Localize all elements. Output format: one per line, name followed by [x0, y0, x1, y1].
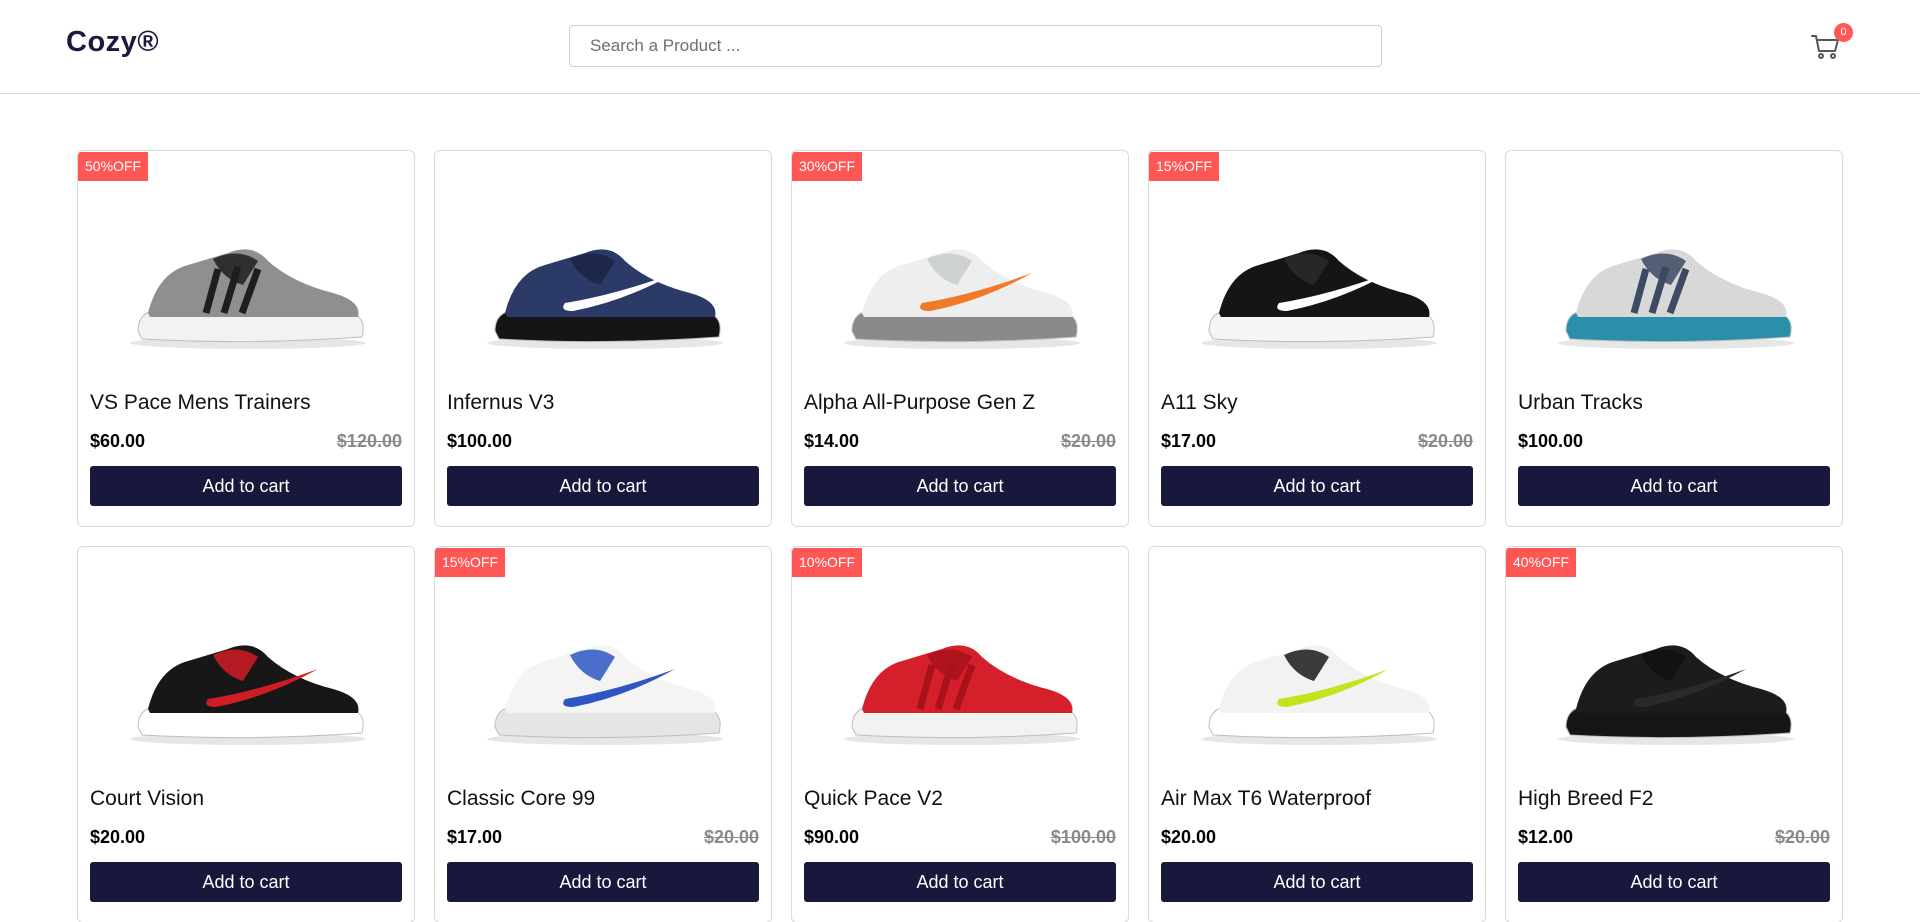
add-to-cart-button[interactable]: Add to cart	[1161, 466, 1473, 506]
discount-badge: 50%OFF	[78, 152, 149, 181]
discount-badge: 10%OFF	[792, 548, 863, 577]
add-to-cart-button[interactable]: Add to cart	[1518, 862, 1830, 902]
product-card[interactable]: Court Vision $20.00 Add to cart	[77, 546, 415, 922]
product-name[interactable]: Alpha All-Purpose Gen Z	[804, 391, 1035, 415]
product-price: $17.00	[1161, 431, 1217, 451]
product-name[interactable]: Quick Pace V2	[804, 787, 943, 811]
product-original-price: $100.00	[1050, 827, 1116, 847]
product-price: $20.00	[1161, 827, 1217, 847]
product-original-price: $20.00	[1417, 431, 1473, 451]
product-card[interactable]: 50%OFF VS Pace Mens Trainers $60.00 $120.00…	[77, 150, 415, 527]
product-price: $20.00	[90, 827, 146, 847]
product-image[interactable]	[118, 203, 376, 363]
discount-badge: 40%OFF	[1506, 548, 1577, 577]
product-name[interactable]: Urban Tracks	[1518, 391, 1643, 415]
add-to-cart-button[interactable]: Add to cart	[804, 862, 1116, 902]
product-original-price: $20.00	[1774, 827, 1830, 847]
discount-badge: 15%OFF	[1149, 152, 1220, 181]
add-to-cart-button[interactable]: Add to cart	[1518, 466, 1830, 506]
top-header: Cozy® 0	[0, 0, 1920, 94]
product-image[interactable]	[1546, 203, 1804, 363]
discount-badge: 30%OFF	[792, 152, 863, 181]
product-price: $100.00	[447, 431, 513, 451]
product-image[interactable]	[475, 203, 733, 363]
add-to-cart-button[interactable]: Add to cart	[90, 862, 402, 902]
product-price: $60.00	[90, 431, 146, 451]
product-card[interactable]: 40%OFF High Breed F2 $12.00 $20.00 Add to ca…	[1505, 546, 1843, 922]
product-name[interactable]: High Breed F2	[1518, 787, 1653, 811]
product-price: $90.00	[804, 827, 860, 847]
product-card[interactable]: Infernus V3 $100.00 Add to cart	[434, 150, 772, 527]
add-to-cart-button[interactable]: Add to cart	[447, 466, 759, 506]
product-name[interactable]: VS Pace Mens Trainers	[90, 391, 311, 415]
discount-badge: 15%OFF	[435, 548, 506, 577]
product-image[interactable]	[832, 599, 1090, 759]
product-name[interactable]: Infernus V3	[447, 391, 554, 415]
product-card[interactable]: Urban Tracks $100.00 Add to cart	[1505, 150, 1843, 527]
product-price: $17.00	[447, 827, 503, 847]
add-to-cart-button[interactable]: Add to cart	[804, 466, 1116, 506]
product-card[interactable]: 15%OFF A11 Sky $17.00 $20.00 Add to cart	[1148, 150, 1486, 527]
product-image[interactable]	[1189, 203, 1447, 363]
product-original-price: $120.00	[336, 431, 402, 451]
product-image[interactable]	[1546, 599, 1804, 759]
product-original-price: $20.00	[703, 827, 759, 847]
product-name[interactable]: A11 Sky	[1161, 391, 1238, 415]
search-input[interactable]	[569, 25, 1382, 67]
product-image[interactable]	[475, 599, 733, 759]
product-price: $12.00	[1518, 827, 1574, 847]
add-to-cart-button[interactable]: Add to cart	[1161, 862, 1473, 902]
product-card[interactable]: 30%OFF Alpha All-Purpose Gen Z $14.00 $20.0…	[791, 150, 1129, 527]
product-card[interactable]: 15%OFF Classic Core 99 $17.00 $20.00 Add to …	[434, 546, 772, 922]
add-to-cart-button[interactable]: Add to cart	[447, 862, 759, 902]
product-card[interactable]: Air Max T6 Waterproof $20.00 Add to cart	[1148, 546, 1486, 922]
product-name[interactable]: Court Vision	[90, 787, 204, 811]
product-image[interactable]	[832, 203, 1090, 363]
product-name[interactable]: Air Max T6 Waterproof	[1161, 787, 1371, 811]
cart-count-badge: 0	[1834, 23, 1853, 42]
product-card[interactable]: 10%OFF Quick Pace V2 $90.00 $100.00 Add to c…	[791, 546, 1129, 922]
product-price: $100.00	[1518, 431, 1584, 451]
product-image[interactable]	[1189, 599, 1447, 759]
product-image[interactable]	[118, 599, 376, 759]
product-original-price: $20.00	[1060, 431, 1116, 451]
brand-logo[interactable]: Cozy®	[66, 26, 159, 59]
add-to-cart-button[interactable]: Add to cart	[90, 466, 402, 506]
product-name[interactable]: Classic Core 99	[447, 787, 595, 811]
product-price: $14.00	[804, 431, 860, 451]
